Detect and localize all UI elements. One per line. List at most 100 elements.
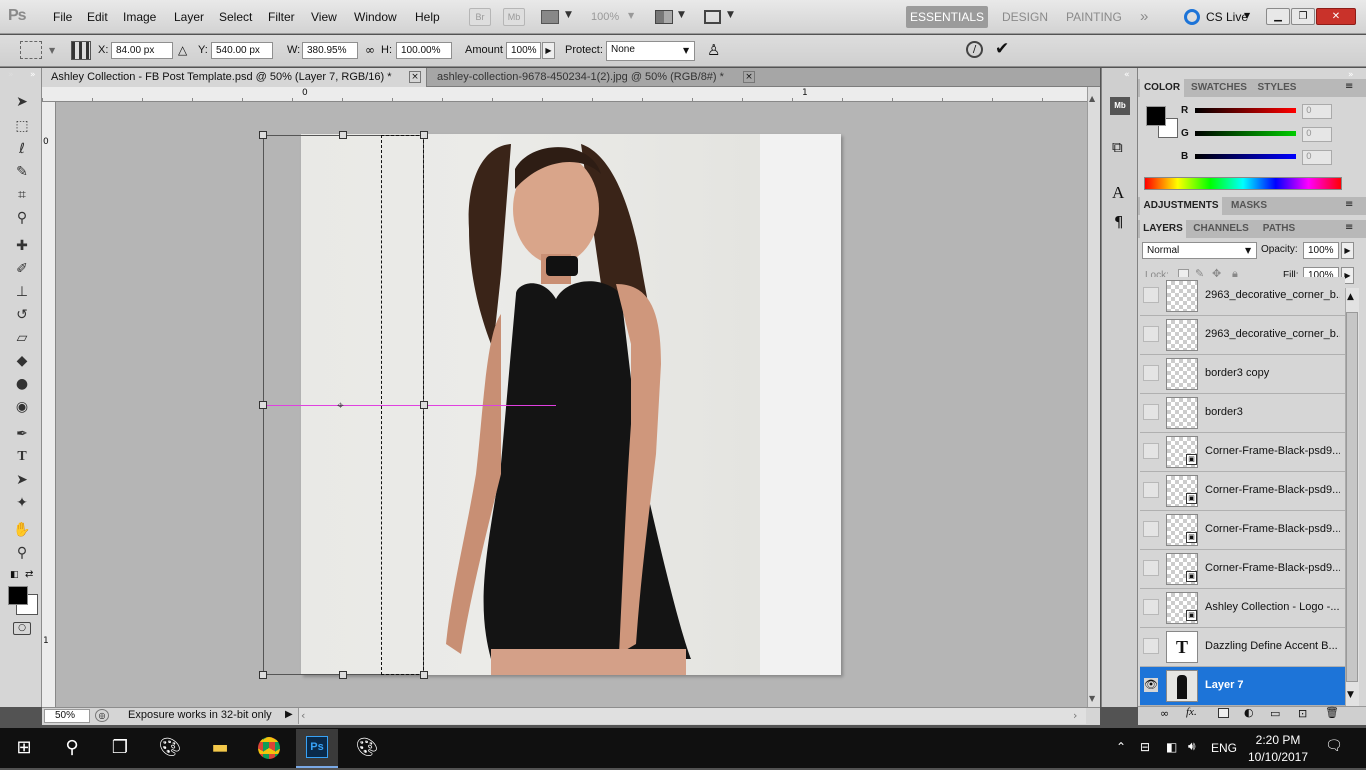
layer-row[interactable]: 2963_decorative_corner_b...: [1140, 316, 1345, 355]
new-group-icon[interactable]: ▭: [1270, 707, 1280, 720]
paragraph-panel-icon[interactable]: ¶: [1114, 213, 1124, 231]
lasso-tool-icon[interactable]: ℓ: [10, 139, 34, 159]
reference-point-icon[interactable]: [71, 41, 91, 60]
bridge-button[interactable]: Br: [469, 8, 491, 26]
quick-mask-icon[interactable]: ○: [13, 622, 31, 635]
chevron-down-icon[interactable]: ▼: [678, 10, 685, 20]
task-view-icon[interactable]: ❐: [104, 732, 136, 764]
scroll-down-icon[interactable]: ▼: [1347, 690, 1354, 700]
mini-bridge-panel-icon[interactable]: Mb: [1110, 97, 1130, 115]
network-icon[interactable]: ⊟: [1140, 740, 1150, 754]
add-mask-icon[interactable]: [1218, 708, 1229, 718]
vertical-ruler[interactable]: [42, 102, 56, 707]
b-field[interactable]: 0: [1302, 150, 1332, 165]
default-colors-icon[interactable]: ◧: [10, 570, 19, 580]
volume-icon[interactable]: 🔊︎: [1188, 739, 1196, 754]
menu-image[interactable]: Image: [123, 10, 156, 24]
layer-style-icon[interactable]: fx.: [1186, 706, 1197, 718]
workspace-painting[interactable]: PAINTING: [1066, 6, 1122, 28]
scroll-thumb[interactable]: [1346, 312, 1358, 682]
chevron-down-icon[interactable]: ▼: [1245, 246, 1251, 255]
more-workspaces-icon[interactable]: »: [1140, 6, 1148, 28]
layer-row[interactable]: ▣ Corner-Frame-Black-psd9...: [1140, 550, 1345, 589]
status-menu-arrow-icon[interactable]: ▶: [285, 709, 293, 720]
layer-row[interactable]: 2963_decorative_corner_b...: [1140, 277, 1345, 316]
transform-handle[interactable]: [259, 131, 267, 139]
panel-menu-icon[interactable]: ≡: [1345, 199, 1353, 210]
hand-tool-icon[interactable]: ✋: [10, 520, 34, 540]
path-selection-tool-icon[interactable]: ➤: [10, 470, 34, 490]
opacity-field[interactable]: 100%: [1303, 242, 1339, 259]
visibility-toggle[interactable]: [1143, 638, 1159, 654]
clock-date[interactable]: 10/10/2017: [1245, 750, 1311, 764]
panel-menu-icon[interactable]: ≡: [1345, 81, 1353, 92]
protect-select[interactable]: None: [606, 41, 695, 61]
arrange-documents-icon[interactable]: [655, 10, 673, 24]
layer-row[interactable]: ▣ Ashley Collection - Logo -...: [1140, 589, 1345, 628]
chevron-down-icon[interactable]: ▼: [683, 46, 689, 55]
zoom-dropdown-icon[interactable]: ▼: [628, 11, 634, 20]
swap-colors-icon[interactable]: ⇄: [25, 569, 33, 580]
search-icon[interactable]: ⚲: [56, 732, 88, 764]
chrome-icon[interactable]: [253, 732, 285, 764]
expand-dock-icon[interactable]: «: [1124, 70, 1130, 80]
menu-window[interactable]: Window: [354, 10, 397, 24]
menu-file[interactable]: File: [53, 10, 72, 24]
paint-app-icon[interactable]: 🎨︎: [154, 732, 186, 764]
visibility-toggle[interactable]: [1143, 443, 1159, 459]
quick-selection-tool-icon[interactable]: ✎: [10, 162, 34, 182]
eye-icon[interactable]: 👁︎: [1143, 677, 1159, 693]
transform-handle[interactable]: [420, 401, 428, 409]
close-button[interactable]: ✕: [1316, 8, 1356, 25]
chevron-down-icon[interactable]: ▼: [1244, 11, 1250, 20]
menu-filter[interactable]: Filter: [268, 10, 295, 24]
cs-live-icon[interactable]: [1184, 9, 1200, 25]
zoom-tool-icon[interactable]: ⚲: [10, 543, 34, 563]
cs-live-label[interactable]: CS Live: [1206, 10, 1248, 24]
tab-adjustments[interactable]: ADJUSTMENTS: [1140, 197, 1222, 215]
workspace-essentials[interactable]: ESSENTIALS: [906, 6, 988, 28]
protect-skin-tones-icon[interactable]: ♙: [707, 41, 720, 59]
type-tool-icon[interactable]: T: [10, 447, 34, 467]
horizontal-ruler[interactable]: [42, 87, 1087, 102]
collapse-tools-icon[interactable]: »: [8, 70, 14, 80]
visibility-toggle[interactable]: [1143, 404, 1159, 420]
transform-handle[interactable]: [420, 131, 428, 139]
blur-tool-icon[interactable]: ●: [10, 374, 34, 394]
blend-mode-select[interactable]: Normal: [1142, 242, 1257, 259]
close-tab-icon[interactable]: ×: [743, 71, 755, 83]
character-panel-icon[interactable]: A: [1112, 183, 1124, 203]
x-field[interactable]: 84.00 px: [111, 42, 173, 59]
menu-layer[interactable]: Layer: [174, 10, 204, 24]
transform-pivot-icon[interactable]: ⌖: [337, 398, 344, 413]
scroll-up-icon[interactable]: ▲: [1089, 94, 1095, 103]
transform-handle[interactable]: [259, 401, 267, 409]
brush-tool-icon[interactable]: ✐: [10, 259, 34, 279]
chevron-down-icon[interactable]: ▼: [727, 10, 734, 20]
pen-tool-icon[interactable]: ✒: [10, 424, 34, 444]
tab-ashley-collection-jpg[interactable]: ashley-collection-9678-450234-1(2).jpg @…: [428, 68, 758, 87]
dodge-tool-icon[interactable]: ◉: [10, 397, 34, 417]
windows-start-icon[interactable]: ⊞: [8, 732, 40, 764]
eyedropper-tool-icon[interactable]: ⚲: [10, 208, 34, 228]
move-tool-icon[interactable]: ➤: [10, 92, 34, 112]
transform-handle[interactable]: [420, 671, 428, 679]
r-field[interactable]: 0: [1302, 104, 1332, 119]
zoom-field[interactable]: 50%: [44, 709, 90, 723]
language-indicator[interactable]: ENG: [1211, 741, 1237, 755]
layer-row[interactable]: ▣ Corner-Frame-Black-psd9...: [1140, 511, 1345, 550]
paint-palette-icon[interactable]: 🎨︎: [351, 732, 383, 764]
delete-layer-icon[interactable]: 🗑︎: [1325, 706, 1339, 719]
crop-tool-icon[interactable]: ⌗: [10, 185, 34, 205]
red-slider[interactable]: [1195, 108, 1296, 113]
transform-tool-icon[interactable]: [20, 41, 42, 59]
layer-row[interactable]: border3 copy: [1140, 355, 1345, 394]
y-field[interactable]: 540.00 px: [211, 42, 273, 59]
close-tab-icon[interactable]: ×: [409, 71, 421, 83]
horizontal-scrollbar[interactable]: [298, 708, 1086, 724]
transform-handle[interactable]: [339, 671, 347, 679]
file-explorer-icon[interactable]: ▬: [204, 732, 236, 764]
menu-select[interactable]: Select: [219, 10, 252, 24]
minimize-button[interactable]: ▁: [1266, 8, 1290, 25]
screen-mode-icon[interactable]: [704, 10, 721, 24]
